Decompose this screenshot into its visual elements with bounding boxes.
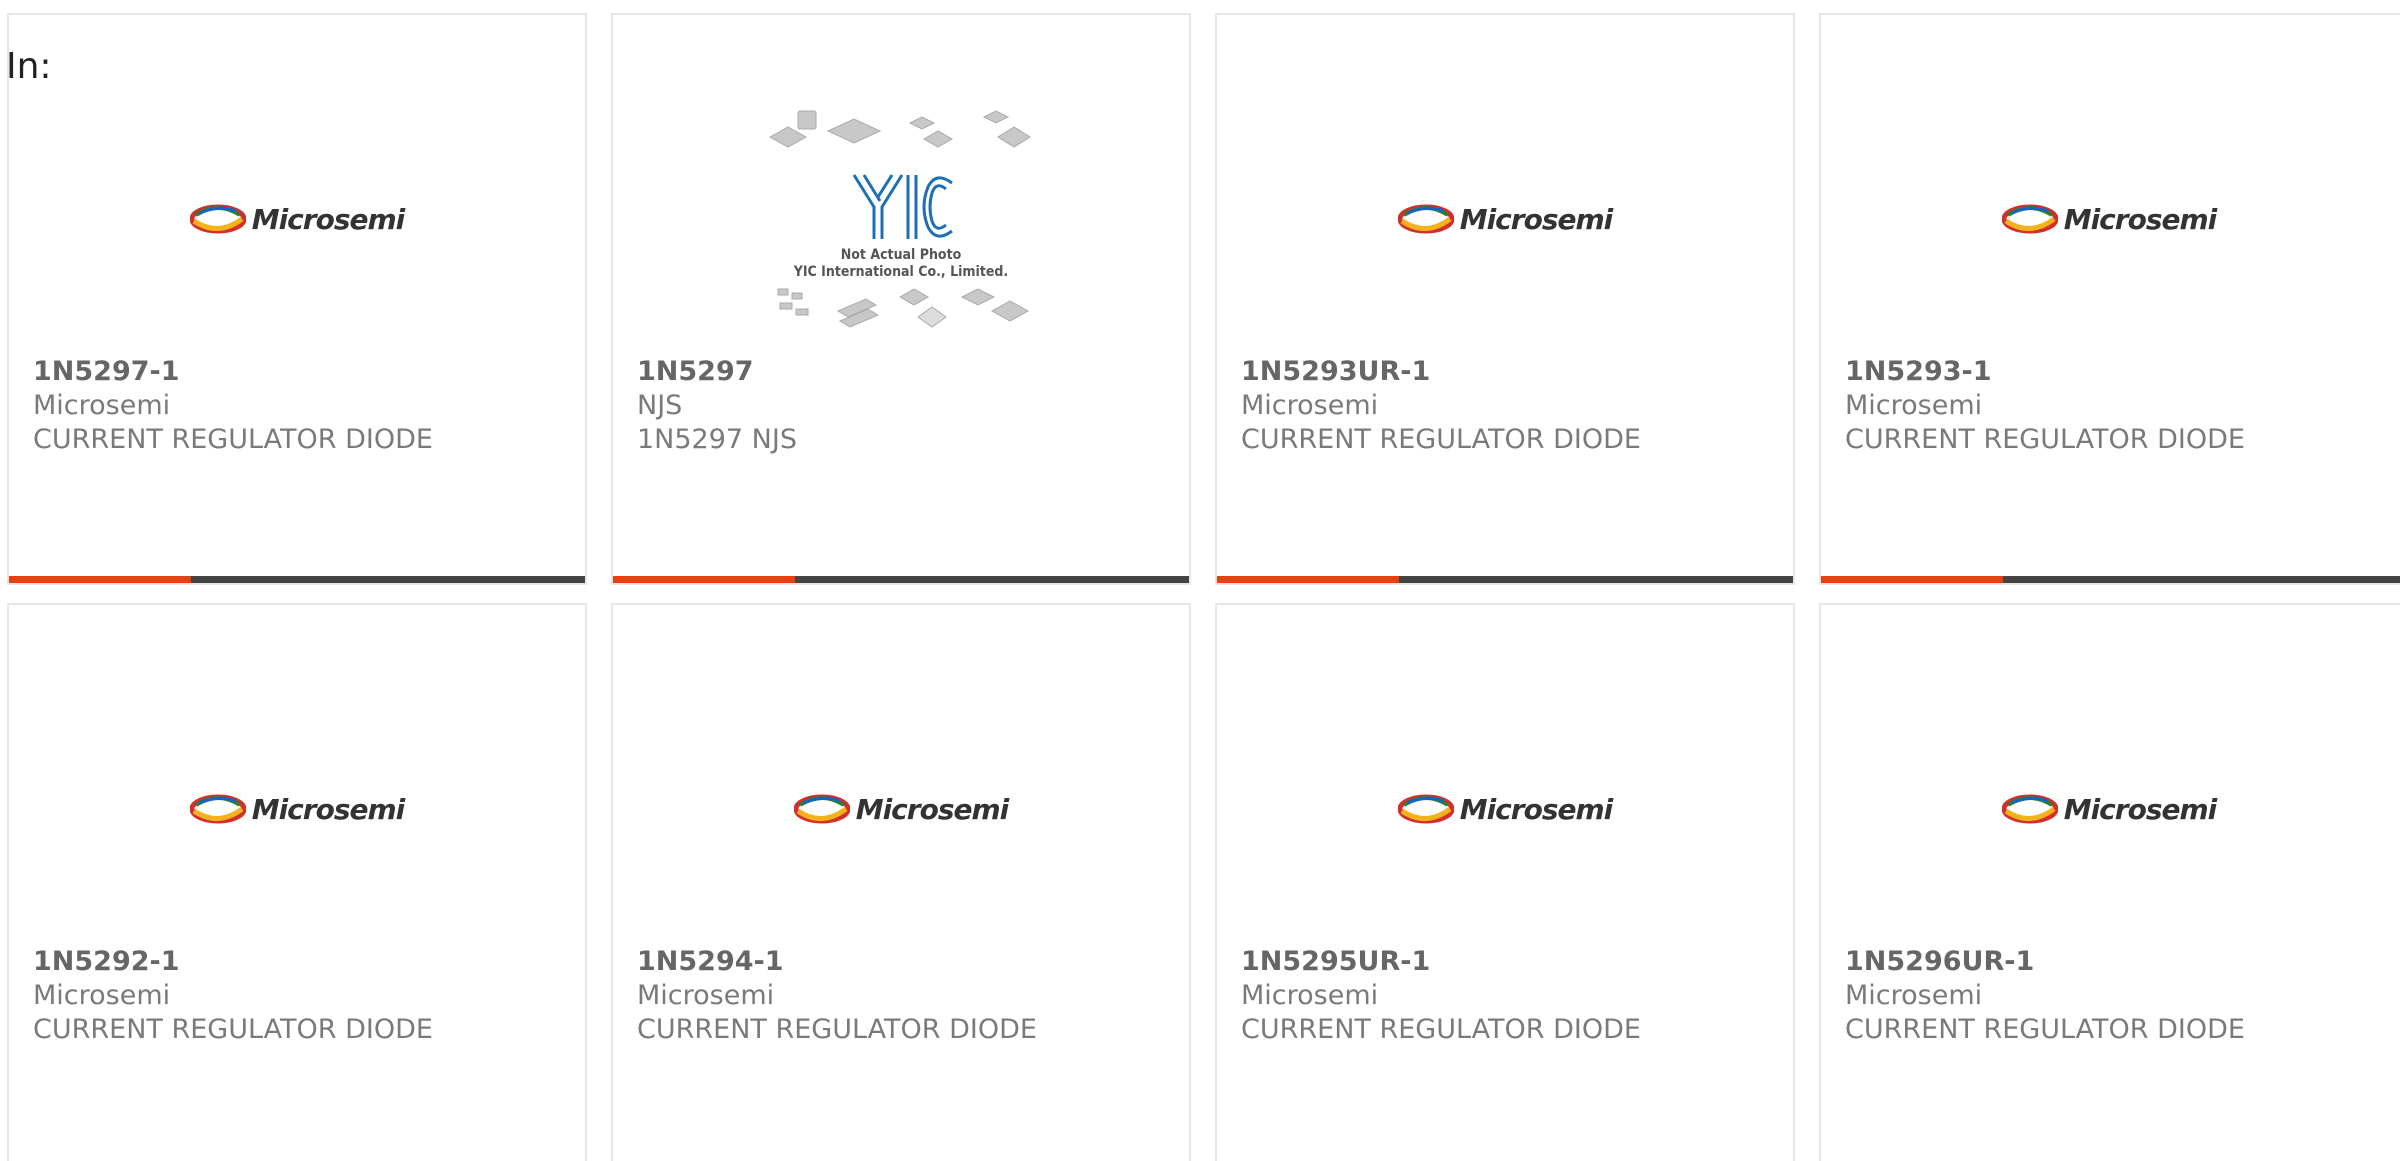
microsemi-swirl-icon: [1397, 204, 1454, 234]
product-info: 1N5297-1 Microsemi CURRENT REGULATOR DIO…: [33, 355, 575, 457]
part-number[interactable]: 1N5294-1: [637, 945, 1179, 979]
microsemi-logo-text: Microsemi: [2063, 202, 2218, 236]
manufacturer: Microsemi: [33, 980, 171, 1011]
part-number[interactable]: 1N5297-1: [33, 355, 575, 389]
microsemi-logo-text: Microsemi: [251, 202, 406, 236]
microsemi-logo: Microsemi: [189, 202, 406, 236]
microsemi-logo: Microsemi: [2001, 202, 2218, 236]
manufacturer: Microsemi: [33, 390, 171, 421]
in-label: In:: [6, 46, 52, 87]
product-info: 1N5297 NJS 1N5297 NJS: [637, 355, 1179, 457]
card-bottom-bar: [1821, 576, 2400, 583]
product-card[interactable]: Microsemi 1N5293UR-1 Microsemi CURRENT R…: [1215, 13, 1795, 585]
microsemi-swirl-icon: [2001, 794, 2058, 824]
microsemi-logo-text: Microsemi: [1459, 792, 1614, 826]
manufacturer: Microsemi: [1845, 390, 1983, 421]
product-image[interactable]: Microsemi: [1821, 69, 2397, 369]
part-number[interactable]: 1N5292-1: [33, 945, 575, 979]
microsemi-swirl-icon: [1397, 794, 1454, 824]
yic-caption-line-2: YIC International Co., Limited.: [793, 264, 1009, 280]
yic-caption-line-1: Not Actual Photo: [840, 247, 962, 263]
product-info: 1N5293-1 Microsemi CURRENT REGULATOR DIO…: [1845, 355, 2400, 457]
microsemi-logo-text: Microsemi: [855, 792, 1010, 826]
product-image[interactable]: Microsemi: [9, 659, 585, 959]
description: CURRENT REGULATOR DIODE: [1845, 424, 2245, 455]
product-card[interactable]: Microsemi 1N5292-1 Microsemi CURRENT REG…: [7, 603, 587, 1161]
microsemi-logo: Microsemi: [1397, 202, 1614, 236]
product-info: 1N5293UR-1 Microsemi CURRENT REGULATOR D…: [1241, 355, 1783, 457]
product-image[interactable]: Microsemi: [9, 69, 585, 369]
microsemi-logo: Microsemi: [1397, 792, 1614, 826]
product-image[interactable]: Microsemi: [1217, 69, 1793, 369]
microsemi-swirl-icon: [2001, 204, 2058, 234]
product-card[interactable]: Microsemi 1N5293-1 Microsemi CURRENT REG…: [1819, 13, 2400, 585]
part-number[interactable]: 1N5293-1: [1845, 355, 2400, 389]
product-info: 1N5295UR-1 Microsemi CURRENT REGULATOR D…: [1241, 945, 1783, 1047]
description: CURRENT REGULATOR DIODE: [637, 1014, 1037, 1045]
card-accent-bar: [1217, 576, 1399, 583]
card-bottom-bar: [9, 576, 585, 583]
card-bottom-bar: [1217, 576, 1793, 583]
microsemi-logo: Microsemi: [2001, 792, 2218, 826]
manufacturer: Microsemi: [637, 980, 775, 1011]
product-card[interactable]: Not Actual Photo YIC International Co., …: [611, 13, 1191, 585]
microsemi-logo-text: Microsemi: [251, 792, 406, 826]
microsemi-logo: Microsemi: [793, 792, 1010, 826]
product-card[interactable]: Microsemi 1N5294-1 Microsemi CURRENT REG…: [611, 603, 1191, 1161]
yic-not-actual-photo: Not Actual Photo YIC International Co., …: [766, 107, 1036, 331]
microsemi-logo: Microsemi: [189, 792, 406, 826]
product-image[interactable]: Not Actual Photo YIC International Co., …: [613, 69, 1189, 369]
product-card[interactable]: Microsemi 1N5297-1 Microsemi CURRENT REG…: [7, 13, 587, 585]
yic-logo-icon: [852, 174, 953, 239]
manufacturer: Microsemi: [1241, 980, 1379, 1011]
microsemi-swirl-icon: [189, 794, 246, 824]
microsemi-logo-text: Microsemi: [2063, 792, 2218, 826]
microsemi-logo-text: Microsemi: [1459, 202, 1614, 236]
part-number[interactable]: 1N5296UR-1: [1845, 945, 2400, 979]
product-card[interactable]: Microsemi 1N5296UR-1 Microsemi CURRENT R…: [1819, 603, 2400, 1161]
card-bottom-bar: [613, 576, 1189, 583]
product-card[interactable]: Microsemi 1N5295UR-1 Microsemi CURRENT R…: [1215, 603, 1795, 1161]
product-grid-page: In: Microsemi 1N5297-1 Microsemi CURRENT…: [0, 0, 2400, 1161]
part-number[interactable]: 1N5295UR-1: [1241, 945, 1783, 979]
part-number[interactable]: 1N5297: [637, 355, 1179, 389]
product-image[interactable]: Microsemi: [613, 659, 1189, 959]
part-number[interactable]: 1N5293UR-1: [1241, 355, 1783, 389]
chip-packages-top-icon: [768, 110, 1031, 148]
microsemi-swirl-icon: [793, 794, 850, 824]
description: CURRENT REGULATOR DIODE: [1241, 424, 1641, 455]
description: CURRENT REGULATOR DIODE: [1241, 1014, 1641, 1045]
manufacturer: Microsemi: [1845, 980, 1983, 1011]
chip-packages-bottom-icon: [777, 288, 1030, 328]
manufacturer: NJS: [637, 390, 683, 421]
description: 1N5297 NJS: [637, 424, 797, 455]
microsemi-swirl-icon: [189, 204, 246, 234]
description: CURRENT REGULATOR DIODE: [33, 424, 433, 455]
product-image[interactable]: Microsemi: [1821, 659, 2397, 959]
description: CURRENT REGULATOR DIODE: [33, 1014, 433, 1045]
product-info: 1N5294-1 Microsemi CURRENT REGULATOR DIO…: [637, 945, 1179, 1047]
card-accent-bar: [1821, 576, 2003, 583]
manufacturer: Microsemi: [1241, 390, 1379, 421]
product-info: 1N5296UR-1 Microsemi CURRENT REGULATOR D…: [1845, 945, 2400, 1047]
product-info: 1N5292-1 Microsemi CURRENT REGULATOR DIO…: [33, 945, 575, 1047]
card-accent-bar: [9, 576, 191, 583]
product-image[interactable]: Microsemi: [1217, 659, 1793, 959]
description: CURRENT REGULATOR DIODE: [1845, 1014, 2245, 1045]
card-accent-bar: [613, 576, 795, 583]
